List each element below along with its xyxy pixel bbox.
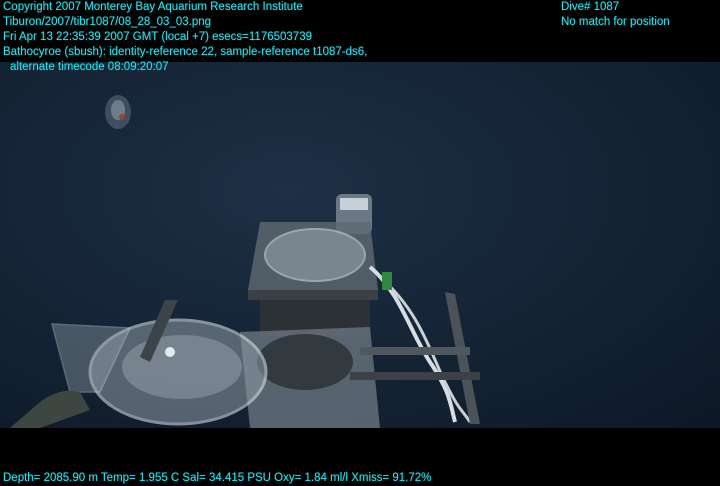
hydraulic-tubing bbox=[368, 265, 480, 424]
metadata-overlay-right: Dive# 1087 No match for position bbox=[561, 0, 670, 30]
timecode-text: alternate timecode 08:09:20:07 bbox=[10, 61, 169, 73]
sensor-readout: Depth= 2085.90 m Temp= 1.955 C Sal= 34.4… bbox=[3, 472, 432, 484]
datetime-text: Fri Apr 13 22:35:39 2007 GMT (local +7) … bbox=[3, 31, 312, 43]
position-status-text: No match for position bbox=[561, 16, 670, 28]
ctenophore-specimen bbox=[105, 95, 131, 129]
underwater-video-still bbox=[0, 62, 720, 428]
sampler-chamber bbox=[240, 327, 480, 428]
copyright-text: Copyright 2007 Monterey Bay Aquarium Res… bbox=[3, 1, 303, 13]
file-path-text: Tiburon/2007/tibr1087/08_28_03_03.png bbox=[3, 16, 212, 28]
metadata-overlay-left: Copyright 2007 Monterey Bay Aquarium Res… bbox=[3, 0, 367, 75]
annotation-text: Bathocyroe (sbush): identity-reference 2… bbox=[3, 46, 368, 58]
suction-sampler-box bbox=[248, 222, 378, 336]
dive-number-text: Dive# 1087 bbox=[561, 1, 620, 13]
rov-scene bbox=[10, 95, 480, 428]
video-frame: Copyright 2007 Monterey Bay Aquarium Res… bbox=[0, 0, 720, 486]
